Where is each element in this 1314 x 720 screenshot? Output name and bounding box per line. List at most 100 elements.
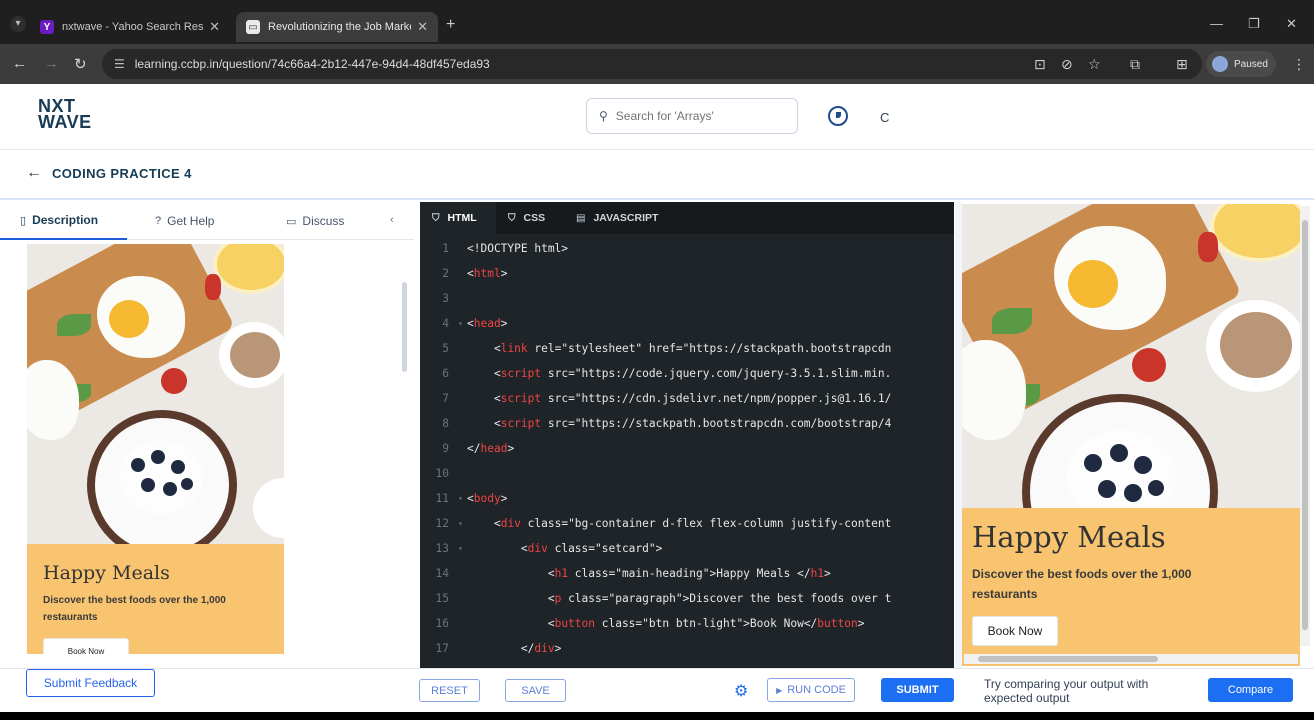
fold-gutter[interactable]: ▾	[458, 311, 467, 336]
fold-gutter[interactable]	[458, 586, 467, 611]
code-line[interactable]: 6 <script src="https://code.jquery.com/j…	[420, 361, 954, 386]
tab-discuss[interactable]: ▭ Discuss	[286, 202, 344, 240]
fold-gutter[interactable]	[458, 461, 467, 486]
save-button[interactable]: SAVE	[505, 679, 566, 702]
code-line[interactable]: 15 <p class="paragraph">Discover the bes…	[420, 586, 954, 611]
output-vertical-scrollbar[interactable]	[1300, 206, 1310, 646]
code-line[interactable]: 14 <h1 class="main-heading">Happy Meals …	[420, 561, 954, 586]
settings-gear-icon[interactable]: ⚙	[734, 681, 748, 701]
close-tab-icon[interactable]: ✕	[209, 19, 220, 35]
code-line[interactable]: 18 </div>	[420, 661, 954, 668]
code-line[interactable]: 5 <link rel="stylesheet" href="https://s…	[420, 336, 954, 361]
search-input[interactable]	[615, 109, 776, 123]
submit-feedback-button[interactable]: Submit Feedback	[26, 669, 155, 697]
panel-scrollbar[interactable]	[402, 282, 407, 372]
timer-icon[interactable]	[828, 106, 848, 126]
output-card: Happy Meals Discover the best foods over…	[962, 204, 1300, 666]
line-number: 12	[435, 517, 449, 530]
fold-gutter[interactable]	[458, 411, 467, 436]
forward-icon[interactable]: →	[44, 55, 59, 72]
fold-gutter[interactable]	[458, 636, 467, 661]
code-line[interactable]: 4 ▾ <head>	[420, 311, 954, 336]
profile-chip[interactable]: Paused	[1206, 51, 1276, 77]
tab-search-icon[interactable]: ▾	[10, 16, 26, 32]
tab-css[interactable]: ⛉ CSS	[508, 202, 545, 234]
minimize-icon[interactable]: —	[1210, 16, 1223, 31]
book-now-button[interactable]: Book Now	[972, 616, 1058, 646]
tab-title: nxtwave - Yahoo Search Results	[62, 21, 204, 33]
browser-tab-active[interactable]: ▭ Revolutionizing the Job Market ✕	[236, 12, 438, 42]
code-text: </div>	[467, 661, 534, 668]
install-app-icon[interactable]: ⊡	[1034, 56, 1046, 73]
new-tab-icon[interactable]: +	[446, 16, 455, 34]
fold-gutter[interactable]	[458, 611, 467, 636]
book-now-button[interactable]: Book Now	[43, 638, 129, 654]
menu-kebab-icon[interactable]: ⋮	[1292, 56, 1306, 73]
code-text: <link rel="stylesheet" href="https://sta…	[493, 342, 892, 355]
code-line[interactable]: 13 ▾ <div class="setcard">	[420, 536, 954, 561]
reload-icon[interactable]: ↻	[74, 55, 87, 73]
line-number: 17	[435, 642, 449, 655]
search-box[interactable]: ⚲	[586, 98, 798, 134]
card-paragraph: Discover the best foods over the 1,000 r…	[972, 567, 1192, 601]
output-horizontal-scrollbar[interactable]	[964, 654, 1298, 664]
back-arrow-icon[interactable]: ←	[26, 164, 42, 182]
pane-splitter[interactable]	[955, 202, 962, 668]
code-line[interactable]: 1 <!DOCTYPE html>	[420, 236, 954, 261]
fold-gutter[interactable]: ▾	[458, 486, 467, 511]
fold-gutter[interactable]	[458, 436, 467, 461]
bookmark-star-icon[interactable]: ☆	[1088, 56, 1101, 73]
back-icon[interactable]: ←	[12, 55, 27, 72]
fold-gutter[interactable]	[458, 361, 467, 386]
code-line[interactable]: 9 </head>	[420, 436, 954, 461]
code-line[interactable]: 16 <button class="btn btn-light">Book No…	[420, 611, 954, 636]
tab-get-help[interactable]: ? Get Help	[155, 202, 214, 240]
maximize-icon[interactable]: ❐	[1248, 16, 1260, 32]
code-line[interactable]: 7 <script src="https://cdn.jsdelivr.net/…	[420, 386, 954, 411]
fold-gutter[interactable]	[458, 336, 467, 361]
tab-groups-icon[interactable]: ⊞	[1176, 56, 1188, 73]
fold-gutter[interactable]	[458, 286, 467, 311]
line-number: 4	[442, 317, 449, 330]
tab-javascript[interactable]: ▤ JAVASCRIPT	[576, 202, 658, 234]
scroll-thumb[interactable]	[1302, 220, 1308, 630]
close-window-icon[interactable]: ✕	[1286, 16, 1297, 32]
extensions-icon[interactable]: ⧉	[1130, 56, 1140, 73]
fold-gutter[interactable]: ▾	[458, 511, 467, 536]
nxtwave-logo[interactable]: NXT WAVE	[38, 97, 92, 131]
fold-gutter[interactable]: ▾	[458, 536, 467, 561]
tab-description[interactable]: ▯ Description	[0, 202, 127, 240]
editor-tabs: ⛉ HTML ⛉ CSS ▤ JAVASCRIPT	[420, 202, 954, 234]
fold-gutter[interactable]	[458, 386, 467, 411]
close-tab-icon[interactable]: ✕	[417, 19, 428, 35]
code-line[interactable]: 17 </div>	[420, 636, 954, 661]
fold-gutter[interactable]	[458, 661, 467, 668]
code-line[interactable]: 12 ▾ <div class="bg-container d-flex flex…	[420, 511, 954, 536]
code-line[interactable]: 8 <script src="https://stackpath.bootstr…	[420, 411, 954, 436]
code-line[interactable]: 10	[420, 461, 954, 486]
browser-tab-yahoo[interactable]: Y nxtwave - Yahoo Search Results ✕	[30, 12, 230, 42]
code-editor[interactable]: ⛉ HTML ⛉ CSS ▤ JAVASCRIPT 1 <!DOCTYPE htm…	[420, 202, 954, 668]
run-code-button[interactable]: ▶ RUN CODE	[767, 678, 855, 702]
tab-html[interactable]: ⛉ HTML	[420, 202, 496, 234]
line-number: 3	[442, 292, 449, 305]
code-text: <script src="https://cdn.jsdelivr.net/np…	[493, 392, 892, 405]
code-text: </head>	[467, 442, 515, 455]
fold-gutter[interactable]	[458, 561, 467, 586]
code-line[interactable]: 11 ▾ <body>	[420, 486, 954, 511]
screen-bottom-edge	[0, 712, 1314, 720]
fold-gutter[interactable]	[458, 261, 467, 286]
code-line[interactable]: 3	[420, 286, 954, 311]
submit-button[interactable]: SUBMIT	[881, 678, 954, 702]
code-area[interactable]: 1 <!DOCTYPE html> 2 <html> 3 4 ▾ <head> 5 <link …	[420, 236, 954, 668]
scroll-thumb[interactable]	[978, 656, 1158, 662]
code-text: <html>	[467, 267, 508, 280]
code-line[interactable]: 2 <html>	[420, 261, 954, 286]
fold-gutter[interactable]	[458, 236, 467, 261]
site-settings-icon[interactable]: ☰	[114, 57, 125, 71]
compare-button[interactable]: Compare	[1208, 678, 1293, 702]
collapse-chevron-icon[interactable]: ‹	[390, 214, 394, 226]
hide-eye-icon[interactable]: ⊘	[1061, 56, 1073, 73]
reset-button[interactable]: RESET	[419, 679, 480, 702]
line-number: 11	[435, 492, 449, 505]
